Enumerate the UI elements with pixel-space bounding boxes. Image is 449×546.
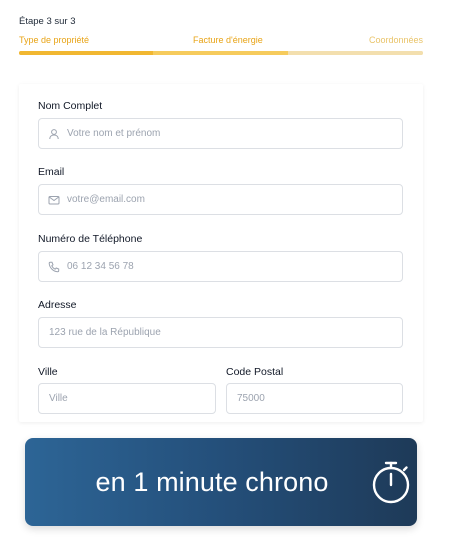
step-label-energy-bill: Facture d'énergie: [193, 35, 263, 45]
phone-placeholder: 06 12 34 56 78: [67, 261, 134, 272]
phone-label: Numéro de Téléphone: [38, 233, 143, 245]
one-minute-cta-button[interactable]: en 1 minute chrono: [25, 438, 417, 526]
phone-input[interactable]: 06 12 34 56 78: [38, 251, 403, 282]
full-name-placeholder: Votre nom et prénom: [67, 128, 161, 139]
city-input[interactable]: Ville: [38, 383, 216, 414]
postal-code-placeholder: 75000: [237, 393, 265, 404]
cta-label: en 1 minute chrono: [95, 466, 329, 497]
full-name-input[interactable]: Votre nom et prénom: [38, 118, 403, 149]
postal-code-label: Code Postal: [226, 366, 284, 378]
step-labels: Type de propriété Facture d'énergie Coor…: [19, 35, 423, 49]
progress-bar: [19, 51, 423, 55]
full-name-label: Nom Complet: [38, 100, 103, 112]
step-label-property-type: Type de propriété: [19, 35, 90, 45]
contact-form-page: Étape 3 sur 3 Type de propriété Facture …: [0, 0, 449, 546]
user-icon: [48, 128, 60, 140]
address-input[interactable]: 123 rue de la République: [38, 317, 403, 348]
step-progress: Étape 3 sur 3 Type de propriété Facture …: [19, 16, 423, 55]
stopwatch-icon: [371, 460, 411, 504]
postal-code-input[interactable]: 75000: [226, 383, 403, 414]
step-label-contact-details: Coordonnées: [368, 35, 423, 45]
city-placeholder: Ville: [49, 393, 68, 404]
city-label: Ville: [38, 366, 58, 378]
address-label: Adresse: [38, 299, 77, 311]
mail-icon: [48, 194, 60, 206]
address-placeholder: 123 rue de la République: [49, 327, 161, 338]
progress-segment-3: [288, 51, 423, 55]
step-counter: Étape 3 sur 3: [19, 16, 76, 27]
progress-segment-1: [19, 51, 153, 55]
email-placeholder: votre@email.com: [67, 194, 145, 205]
email-label: Email: [38, 166, 65, 178]
progress-segment-2: [153, 51, 288, 55]
email-input[interactable]: votre@email.com: [38, 184, 403, 215]
phone-icon: [48, 261, 60, 273]
contact-form-card: Nom Complet Votre nom et prénom Email vo…: [19, 84, 423, 422]
